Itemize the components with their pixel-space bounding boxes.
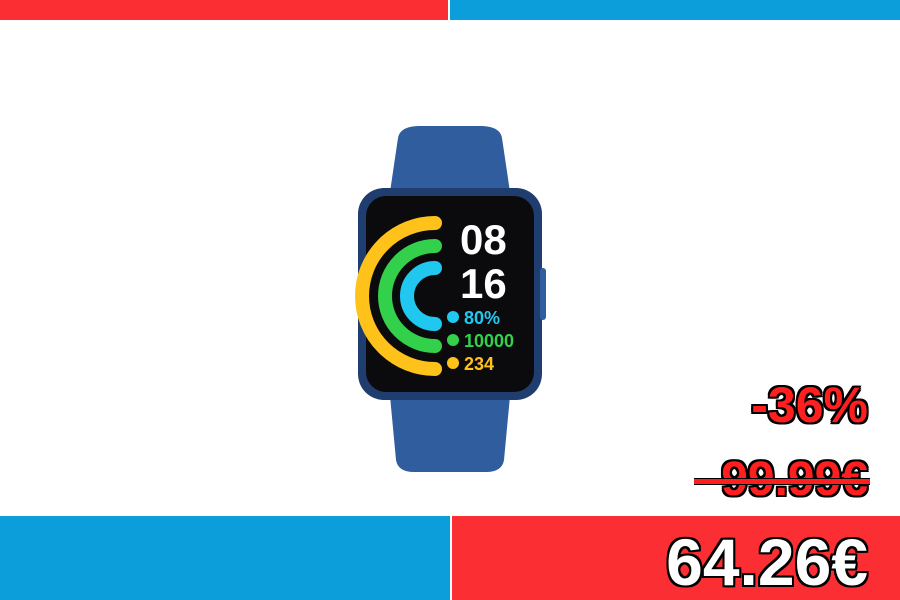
watch-button [540, 268, 546, 320]
watch-strap-bottom [390, 396, 510, 472]
calories-icon [447, 357, 459, 369]
smartwatch-image: 08 16 80% 10000 234 [355, 126, 546, 472]
bottom-blue-bar [0, 516, 450, 600]
new-price: 64.26€ [666, 525, 868, 599]
top-red-bar [0, 0, 448, 20]
steps-icon [447, 334, 459, 346]
watch-strap-top [390, 126, 510, 192]
discount-badge: -36% [751, 377, 868, 433]
battery-icon [447, 311, 459, 323]
watch-minute: 16 [460, 260, 507, 307]
watch-hour: 08 [460, 216, 507, 263]
battery-value: 80% [464, 308, 500, 328]
steps-value: 10000 [464, 331, 514, 351]
old-price-strikethrough [694, 478, 870, 485]
calories-value: 234 [464, 354, 494, 374]
top-blue-bar [450, 0, 900, 20]
